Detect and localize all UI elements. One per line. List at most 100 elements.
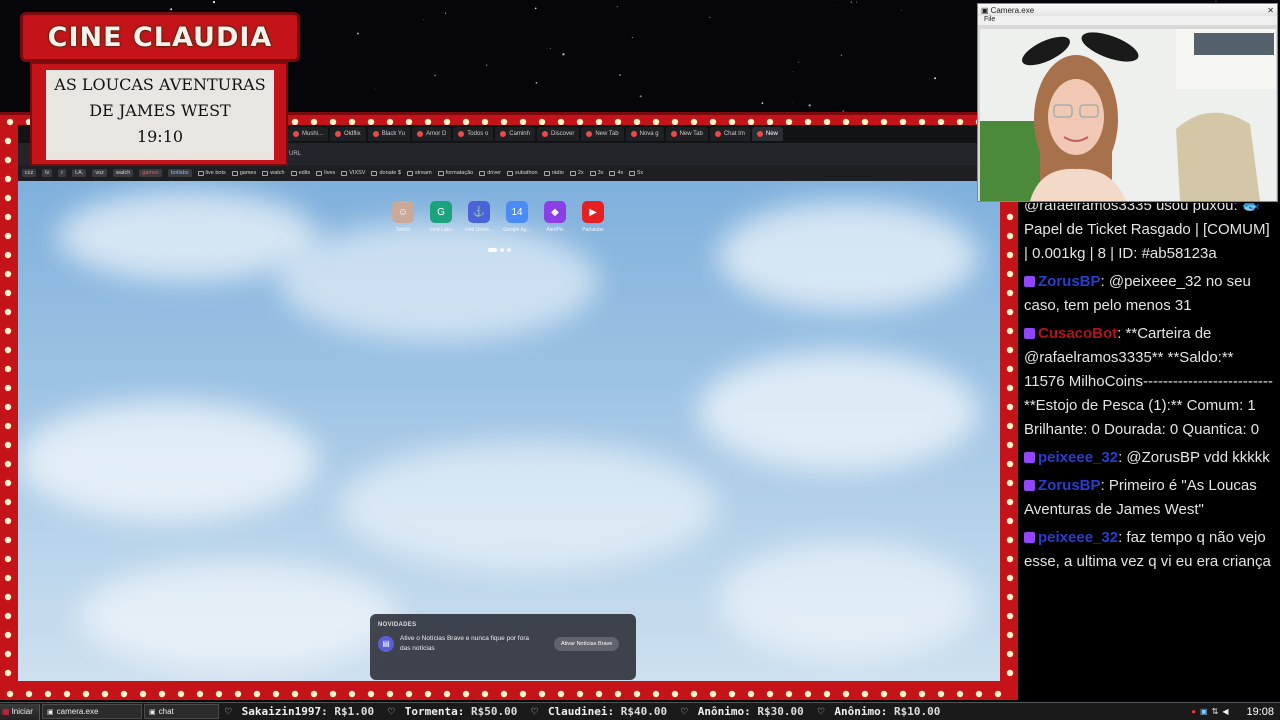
bookmarks-bar: ccz lv r t.A. voz watch games botlabs live bots g… [18,165,1000,181]
browser-tab[interactable]: Amor D [411,127,452,141]
marquee-bulb [4,498,12,506]
pager-dot[interactable] [507,248,511,252]
browser-tab[interactable]: New Tab [665,127,708,141]
bookmark-label: 5x [637,170,644,176]
browser-tab[interactable]: Discover [536,127,580,141]
folder-icon [316,170,323,176]
marquee-bulb [576,690,584,698]
folder-icon [479,170,486,176]
top-site-label: Parlatube [582,227,604,233]
marquee-bulb [424,690,432,698]
bookmark-item[interactable]: voz [92,169,107,177]
bookmark-item[interactable]: watch [112,169,134,177]
volume-icon[interactable]: ◀ [1222,707,1228,716]
bookmark-item[interactable]: ccz [22,169,37,177]
pager-dot[interactable] [500,248,504,252]
bookmark-item[interactable]: watch [262,170,285,176]
marquee-bulb [1006,479,1014,487]
chat-message: CusacoBot: **Carteira de @rafaelramos333… [1024,322,1276,442]
chat-message: peixeee_32: faz tempo q não vejo esse, a… [1024,526,1276,574]
tab-label: New Tab [679,131,703,137]
bookmark-label: donate $ [379,170,401,176]
marquee-bulb [519,690,527,698]
task-camera[interactable]: ▣ camera.exe [42,704,142,719]
task-chat[interactable]: ▣ chat [144,704,219,719]
camera-menu-file[interactable]: File [978,16,1277,25]
marquee-bulb [823,690,831,698]
browser-tab[interactable]: Nova g [625,127,664,141]
bookmark-item[interactable]: lives [316,170,335,176]
top-site-tile[interactable]: ⚓ cmd Ueme... [464,201,494,233]
close-icon[interactable]: ✕ [1267,6,1274,15]
browser-tab[interactable]: Caminh [495,127,535,141]
chat-username[interactable]: ZorusBP [1038,477,1101,494]
marquee-bulb [329,690,337,698]
tray-app-icon[interactable]: ● [1191,707,1196,716]
browser-tab[interactable]: Chat Im [709,127,750,141]
bookmark-item[interactable]: formatação [437,170,474,176]
bookmark-item[interactable]: 5x [629,170,643,176]
clock[interactable]: 19:08 [1246,706,1274,718]
bookmark-item[interactable]: subathon [506,170,538,176]
marquee-bulb [4,593,12,601]
bookmark-item[interactable]: t.A. [72,169,87,177]
bookmark-item[interactable]: games [231,170,256,176]
system-tray: ● ▣ ⇅ ◀ 19:08 [1160,706,1280,718]
folder-icon [543,170,550,176]
browser-tab[interactable]: Todos o [453,127,494,141]
bookmark-item[interactable]: 3x [589,170,603,176]
marquee-bulb [1006,289,1014,297]
bookmark-item[interactable]: 4x [609,170,623,176]
browser-tab[interactable]: New [751,127,783,141]
news-heading: NOVIDADES [378,622,417,628]
bookmark-item[interactable]: games [139,169,162,177]
chat-username[interactable]: peixeee_32 [1038,529,1118,546]
browser-tab[interactable]: Oldflix [330,127,366,141]
bookmark-label: formatação [445,170,474,176]
network-icon[interactable]: ⇅ [1212,707,1219,716]
marquee-bulb [595,690,603,698]
browser-tab[interactable]: Black Yu [367,127,410,141]
bookmark-item[interactable]: 2x [569,170,584,176]
bookmark-label: edits [298,170,311,176]
pix-icon: ◆ [544,201,566,223]
bookmark-item[interactable]: stream [406,170,432,176]
top-site-tile[interactable]: ☺ Twitch [390,201,416,233]
bookmark-item[interactable]: VIXSV [341,170,365,176]
bookmark-label: t.A. [75,170,84,176]
tray-app-icon[interactable]: ▣ [1200,707,1208,716]
bookmark-item[interactable]: donate $ [371,170,401,176]
webcam-scene [980,29,1276,201]
top-site-tile[interactable]: Gcmd Labs [428,201,454,233]
top-site-tile[interactable]: 14 Google Ag... [503,201,531,233]
folder-icon [589,170,596,176]
bookmark-item[interactable]: rádio [543,170,564,176]
top-site-tile[interactable]: ▶ Parlatube [580,201,606,233]
chat-username[interactable]: ZorusBP [1038,273,1101,290]
top-site-tile[interactable]: ◆ AlertPix [542,201,568,233]
marquee-bulb [253,690,261,698]
top-site-label: cmd Ueme... [464,227,494,233]
bookmark-item[interactable]: r [58,169,67,177]
chat-username[interactable]: peixeee_32 [1038,449,1118,466]
marquee-bulb [500,690,508,698]
bookmark-item[interactable]: live bots [197,170,226,176]
chat-app-icon: ▣ [149,708,156,716]
tab-favicon-icon [670,131,677,137]
start-button[interactable]: ▦ Iniciar [0,703,40,720]
enable-news-button[interactable]: Ativar Notícias Brave [554,636,620,651]
browser-tab[interactable]: New Tab [581,127,624,141]
bookmark-label: 4x [617,170,624,176]
top-sites: ☺ Twitch Gcmd Labs ⚓ cmd Ueme... 14 Google Ag.… [390,201,606,233]
movie-poster-sign: AS LOUCAS AVENTURAS DE JAMES WEST 19:10 [30,62,288,166]
browser-tab[interactable]: Mushi... [288,127,329,141]
marquee-bulb [44,690,52,698]
marquee-bulb [101,690,109,698]
bookmark-item[interactable]: lv [42,169,53,177]
bookmark-item[interactable]: edits [290,170,311,176]
bookmark-label: watch [270,170,285,176]
bookmark-item[interactable]: botlabs [167,169,192,177]
bookmark-item[interactable]: driver [479,170,501,176]
chat-username[interactable]: CusacoBot [1038,325,1117,342]
pager-dot-active[interactable] [488,248,497,252]
